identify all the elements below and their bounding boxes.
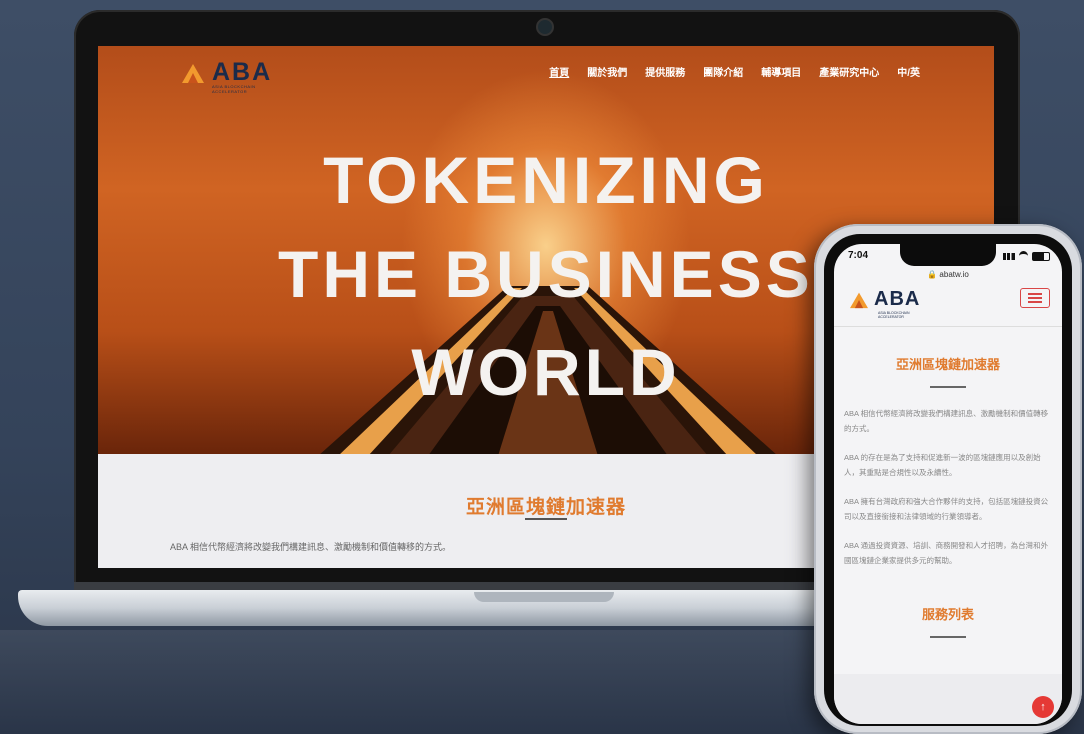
mobile-footer-illustration [834,674,1062,724]
mobile-paragraph-3: ABA 擁有台灣政府和強大合作夥伴的支持，包括區塊鏈投資公司以及直接銜接和法律領… [844,497,1049,521]
wifi-icon [1019,251,1028,261]
mobile-paragraph-2: ABA 的存在是為了支持和促進新一波的區塊鏈應用以及創始人，其重點是合規性以及永… [844,453,1041,477]
arrow-up-icon: ↑ [1040,701,1046,713]
mobile-section-title: 亞洲區塊鏈加速器 [895,357,1000,372]
url-text: abatw.io [939,270,969,279]
phone-notch [900,244,996,266]
mobile-logo[interactable]: ABA ASIA BLOCKCHAIN ACCELERATOR [848,288,921,319]
status-time: 7:04 [848,250,869,261]
scene: ABA ASIA BLOCKCHAIN ACCELERATOR 首頁 關於我們 … [0,0,1084,734]
nav-services[interactable]: 提供服務 [645,64,685,79]
nav-about[interactable]: 關於我們 [587,64,627,79]
hamburger-menu-button[interactable] [1020,288,1050,308]
signal-icon [1003,252,1015,260]
nav-language[interactable]: 中/英 [897,64,920,79]
hero-title-line-1: TOKENIZING [323,143,769,217]
mobile-paragraph-1: ABA 相信代幣經濟將改變我們構建訊息、激勵機制和價值轉移的方式。 [844,409,1049,433]
menu-line [1028,293,1042,295]
header-divider [834,326,1062,327]
mobile-brand-subtitle: ASIA BLOCKCHAIN ACCELERATOR [878,311,910,319]
main-nav: 首頁 關於我們 提供服務 團隊介紹 輔導項目 產業研究中心 中/英 [549,64,920,79]
aba-logo-icon [182,63,204,83]
status-icons [1003,251,1050,261]
nav-research[interactable]: 產業研究中心 [819,64,879,79]
laptop-trackpad-notch [474,592,614,602]
phone-device: 7:04 🔒 abatw.io ABA ASIA BLOCKCHAIN ACCE… [814,224,1082,734]
mobile-paragraph-4: ABA 通過投資資源、培訓、商務開發和人才招聘，為台灣和外國區塊鏈企業家提供多元… [844,541,1049,565]
address-bar[interactable]: 🔒 abatw.io [834,270,1062,279]
aba-logo-icon [850,292,868,308]
phone-screen: 7:04 🔒 abatw.io ABA ASIA BLOCKCHAIN ACCE… [834,244,1062,724]
nav-programs[interactable]: 輔導項目 [761,64,801,79]
mobile-brand-name: ABA [874,288,921,310]
mobile-section-divider [930,386,966,388]
section-text: ABA 相信代幣經濟將改變我們構建訊息、激勵機制和價值轉移的方式。 [170,542,452,552]
services-divider [930,636,966,638]
brand-name: ABA [212,58,273,86]
battery-icon [1032,251,1050,261]
nav-home[interactable]: 首頁 [549,64,569,79]
lock-icon: 🔒 [927,270,938,279]
site-logo[interactable]: ABA ASIA BLOCKCHAIN ACCELERATOR [180,58,273,94]
nav-team[interactable]: 團隊介紹 [703,64,743,79]
brand-subtitle: ASIA BLOCKCHAIN ACCELERATOR [212,84,256,94]
menu-line [1028,301,1042,303]
section-divider [525,518,567,520]
scroll-top-button[interactable]: ↑ [1032,696,1054,718]
services-title: 服務列表 [921,607,974,622]
menu-line [1028,297,1042,299]
laptop-camera [536,18,554,36]
